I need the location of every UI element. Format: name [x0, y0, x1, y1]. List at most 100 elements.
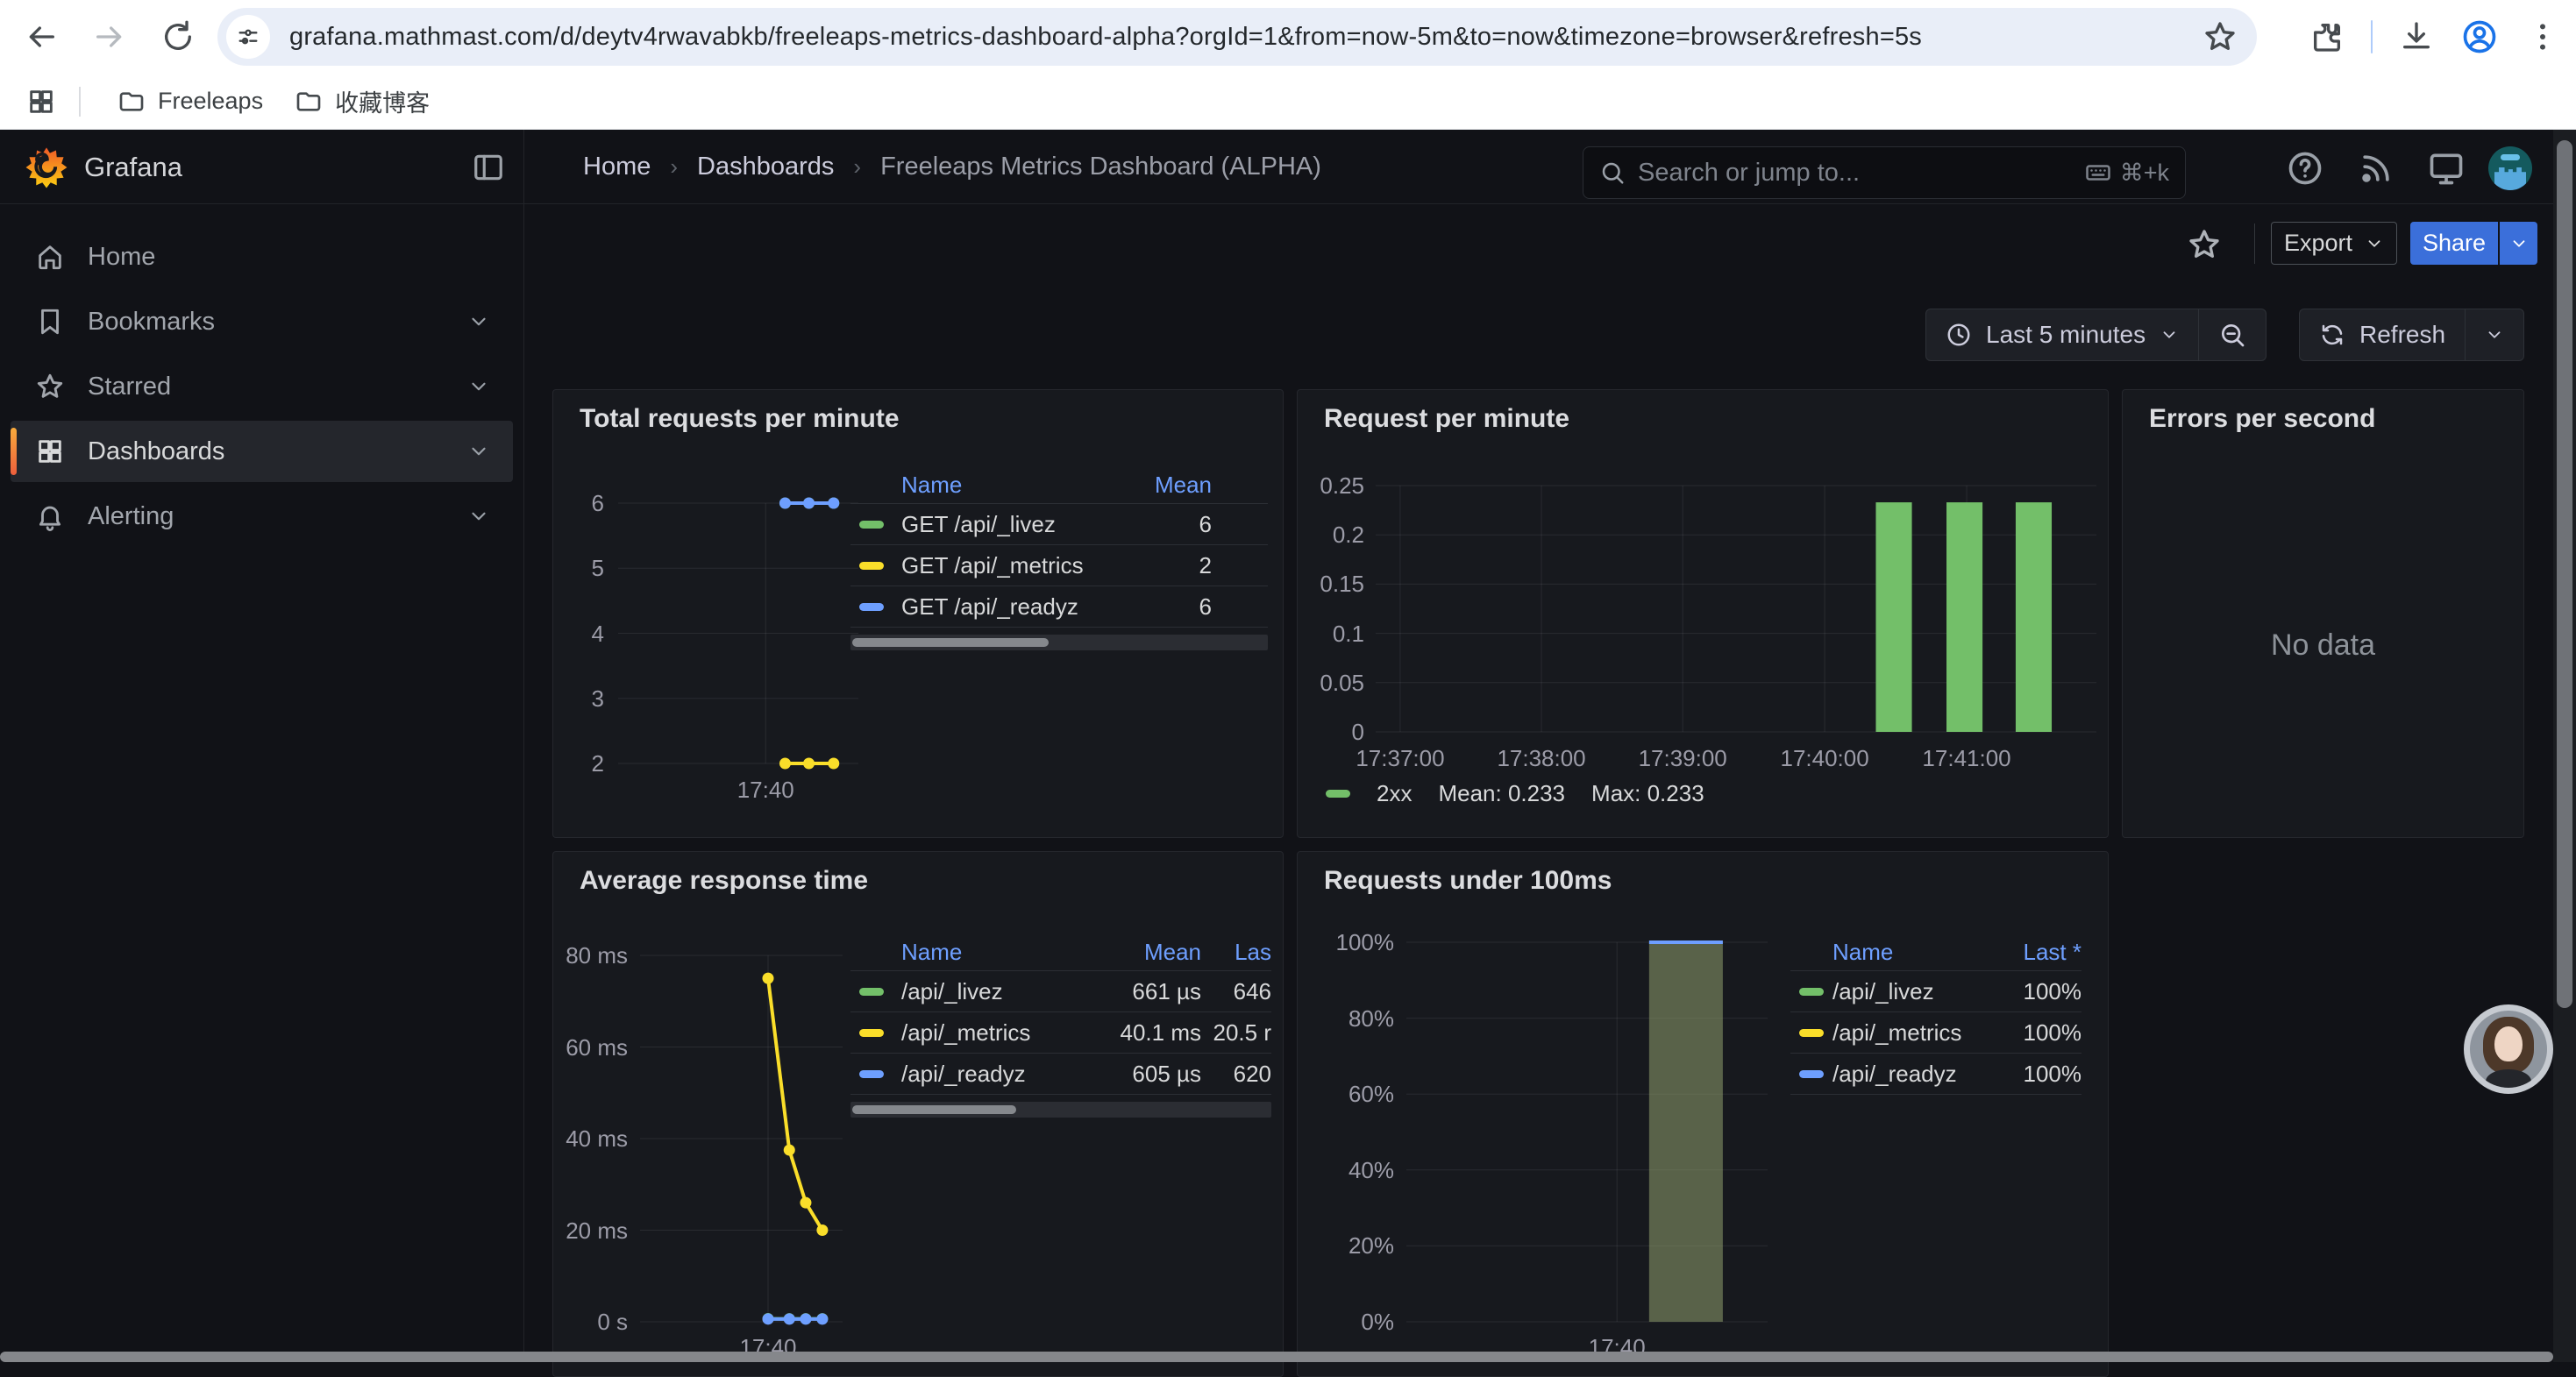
refresh-interval-button[interactable]: [2466, 309, 2523, 360]
site-settings-icon[interactable]: [226, 15, 270, 59]
search-input[interactable]: Search or jump to... ⌘+k: [1583, 146, 2186, 199]
series-name[interactable]: GET /api/_readyz: [901, 593, 1098, 621]
series-name[interactable]: /api/_readyz: [901, 1061, 1078, 1088]
series-name[interactable]: /api/_metrics: [901, 1019, 1078, 1047]
panel-title[interactable]: Request per minute: [1324, 404, 1569, 434]
sidebar-item-label: Starred: [88, 373, 467, 401]
bookmark-folder-blogs[interactable]: 收藏博客: [279, 77, 445, 125]
browser-reload-icon[interactable]: [160, 19, 196, 54]
browser-profile-icon[interactable]: [2460, 18, 2499, 56]
address-bar[interactable]: grafana.mathmast.com/d/deytv4rwavabkb/fr…: [217, 8, 2257, 66]
favorite-dashboard-star-icon[interactable]: [2187, 227, 2222, 262]
legend-scrollbar: [850, 635, 1268, 650]
sidebar-toggle-icon[interactable]: [472, 151, 505, 184]
y-axis-labels: 100%80%60%40%20%0%: [1310, 942, 1394, 1322]
horizontal-scrollbar-thumb[interactable]: [0, 1352, 2553, 1362]
page-scrollbar-thumb[interactable]: [2557, 140, 2572, 1008]
breadcrumb-home[interactable]: Home: [583, 153, 651, 181]
refresh-button[interactable]: Refresh: [2300, 309, 2465, 360]
panel-title[interactable]: Requests under 100ms: [1324, 866, 1612, 896]
y-tick-label: 0.1: [1310, 620, 1364, 648]
x-tick-label: 17:41:00: [1870, 743, 2063, 773]
series-max: Max: 0.233: [1591, 780, 1704, 807]
time-series-chart: 65432 17:40: [567, 503, 858, 806]
sidebar-item-starred[interactable]: Starred: [11, 356, 513, 417]
share-menu-button[interactable]: [2500, 222, 2537, 265]
chevron-down-icon[interactable]: [467, 310, 490, 333]
refresh-label: Refresh: [2359, 321, 2445, 349]
series-last: 20.5 r: [1201, 1019, 1271, 1047]
chevron-down-icon[interactable]: [467, 375, 490, 398]
series-name[interactable]: GET /api/_livez: [901, 511, 1098, 538]
panel-title[interactable]: Total requests per minute: [580, 404, 900, 434]
legend-row: /api/_readyz 100%: [1790, 1053, 2081, 1094]
url-text[interactable]: grafana.mathmast.com/d/deytv4rwavabkb/fr…: [289, 23, 2202, 52]
panel-errors-per-second: Errors per second No data: [2122, 389, 2524, 838]
browser-menu-icon[interactable]: [2525, 19, 2560, 54]
panel-requests-under-100ms: Requests under 100ms 100%80%60%40%20%0% …: [1297, 851, 2109, 1377]
sidebar-item-label: Bookmarks: [88, 308, 467, 337]
browser-forward-icon[interactable]: [92, 19, 127, 54]
extensions-icon[interactable]: [2309, 19, 2345, 54]
floating-avatar[interactable]: [2464, 1004, 2553, 1094]
apps-grid-icon[interactable]: [26, 87, 56, 117]
series-name[interactable]: 2xx: [1377, 780, 1412, 807]
monitor-icon[interactable]: [2427, 149, 2466, 188]
plot-area[interactable]: [618, 503, 858, 763]
legend-row: /api/_livez 100%: [1790, 970, 2081, 1011]
chevron-down-icon[interactable]: [467, 440, 490, 463]
series-swatch: [1799, 1029, 1824, 1037]
home-icon: [35, 242, 65, 272]
plot-area[interactable]: [1376, 486, 2096, 732]
sidebar-item-home[interactable]: Home: [11, 226, 513, 287]
zoom-out-time-button[interactable]: [2199, 309, 2266, 360]
panel-title[interactable]: Errors per second: [2149, 404, 2375, 434]
panel-legend: 2xx Mean: 0.233 Max: 0.233: [1326, 780, 1704, 807]
export-button[interactable]: Export: [2271, 222, 2397, 265]
bookmark-icon: [35, 307, 65, 337]
legend-scrollbar-thumb[interactable]: [852, 1105, 1016, 1114]
y-tick-label: 0.05: [1310, 669, 1364, 697]
series-name[interactable]: /api/_metrics: [1832, 1019, 1976, 1047]
brand-name[interactable]: Grafana: [84, 152, 182, 183]
browser-toolbar: grafana.mathmast.com/d/deytv4rwavabkb/fr…: [0, 0, 2576, 74]
legend-row: /api/_metrics 100%: [1790, 1011, 2081, 1053]
panel-title[interactable]: Average response time: [580, 866, 868, 896]
browser-back-icon[interactable]: [24, 19, 59, 54]
time-range-picker[interactable]: Last 5 minutes: [1926, 309, 2198, 360]
panel-legend: Name Last * /api/_livez 100% /api/_metri…: [1790, 933, 2081, 1095]
legend-row: /api/_readyz 605 µs 620: [850, 1053, 1271, 1094]
legend-header-last[interactable]: Las: [1201, 939, 1271, 966]
downloads-icon[interactable]: [2399, 19, 2434, 54]
series-mean: 661 µs: [1078, 978, 1201, 1005]
legend-header-name[interactable]: Name: [1832, 939, 1976, 966]
legend-header-mean[interactable]: Mean: [1078, 939, 1201, 966]
breadcrumb-dashboards[interactable]: Dashboards: [697, 153, 834, 181]
sidebar-item-bookmarks[interactable]: Bookmarks: [11, 291, 513, 352]
grafana-app: Grafana Home › Dashboards › Freeleaps Me…: [0, 130, 2576, 1362]
series-name[interactable]: /api/_readyz: [1832, 1061, 1976, 1088]
bookmark-folder-freeleaps[interactable]: Freeleaps: [102, 81, 279, 123]
legend-header-name[interactable]: Name: [901, 472, 1098, 499]
share-button[interactable]: Share: [2410, 222, 2498, 265]
legend-header-last[interactable]: Last *: [1976, 939, 2081, 966]
bookmark-star-icon[interactable]: [2202, 19, 2238, 54]
sidebar-item-alerting[interactable]: Alerting: [11, 486, 513, 547]
user-avatar[interactable]: [2488, 146, 2532, 190]
series-name[interactable]: /api/_livez: [901, 978, 1078, 1005]
plot-area[interactable]: [640, 955, 843, 1322]
chevron-down-icon[interactable]: [467, 505, 490, 528]
help-icon[interactable]: [2286, 149, 2324, 188]
grafana-brand: Grafana: [0, 130, 523, 204]
grafana-logo[interactable]: [25, 146, 68, 189]
series-name[interactable]: GET /api/_metrics: [901, 552, 1098, 579]
legend-header-name[interactable]: Name: [901, 939, 1078, 966]
sidebar-item-dashboards[interactable]: Dashboards: [11, 421, 513, 482]
series-swatch: [859, 603, 884, 611]
series-name[interactable]: /api/_livez: [1832, 978, 1976, 1005]
legend-header-mean[interactable]: Mean: [1098, 472, 1212, 499]
plot-area[interactable]: [1406, 942, 1768, 1322]
sidebar-item-label: Dashboards: [88, 437, 467, 466]
news-rss-icon[interactable]: [2357, 149, 2395, 188]
legend-scrollbar-thumb[interactable]: [852, 638, 1049, 647]
